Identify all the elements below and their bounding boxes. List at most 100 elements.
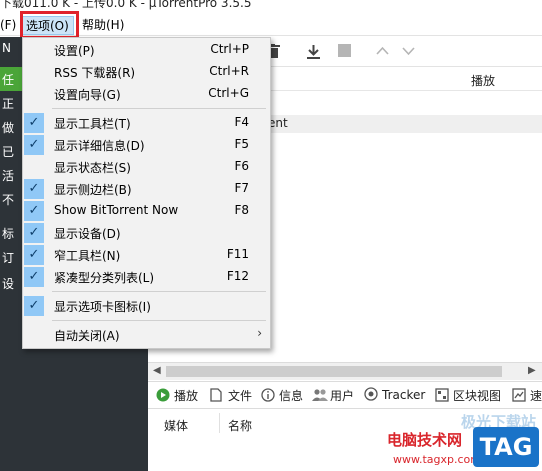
window-title: 下载011.0 K - 上传0.0 K - µTorrentPro 3.5.5 <box>0 0 252 10</box>
menu-item-label: 紧凑型分类列表(L) <box>54 271 155 285</box>
highlight-annotation-box <box>20 11 79 39</box>
tab-tracker-label: Tracker <box>382 388 426 402</box>
tab-speed-label: 速 <box>530 389 542 403</box>
menu-item-accel: F7 <box>234 181 249 195</box>
checkmark-icon: ✓ <box>24 267 44 287</box>
menu-separator <box>52 320 266 321</box>
tab-info[interactable]: 信息 <box>261 387 303 405</box>
checkmark-icon: ✓ <box>24 135 44 155</box>
menu-item-show-details[interactable]: ✓ 显示详细信息(D) F5 <box>23 134 270 156</box>
menu-item-label: 显示选项卡图标(I) <box>54 300 151 314</box>
scroll-right-icon[interactable]: ▶ <box>528 365 536 376</box>
sidebar-item-0[interactable]: N <box>2 41 11 55</box>
scrollbar-thumb[interactable] <box>166 366 502 377</box>
checkmark-icon: ✓ <box>24 296 44 316</box>
column-play[interactable]: 播放 <box>471 72 495 89</box>
tab-speed[interactable]: 速 <box>512 387 542 405</box>
tab-play[interactable]: 播放 <box>156 387 199 405</box>
sidebar-item-3[interactable]: 做 <box>2 119 14 136</box>
menu-item-accel: F8 <box>234 203 249 217</box>
submenu-arrow-icon: › <box>257 326 262 340</box>
menu-item-compact-category-list[interactable]: ✓ 紧凑型分类列表(L) F12 <box>23 266 270 288</box>
tab-blocks-label: 区块视图 <box>453 389 502 403</box>
tab-blocks[interactable]: 区块视图 <box>435 387 501 405</box>
info-icon <box>261 388 275 402</box>
column-divider <box>219 413 220 433</box>
menu-item-show-statusbar[interactable]: 显示状态栏(S) F6 <box>23 156 270 178</box>
watermark: 极光下载站 电脑技术网 www.tagxp.com TAG <box>385 413 542 471</box>
column-media[interactable]: 媒体 <box>164 417 188 434</box>
menu-item-label: RSS 下载器(R) <box>54 66 136 80</box>
sidebar-item-7[interactable]: 标 <box>2 225 14 242</box>
menu-item-narrow-toolbar[interactable]: ✓ 窄工具栏(N) F11 <box>23 244 270 266</box>
menu-item-auto-shutdown[interactable]: 自动关闭(A) › <box>23 324 270 346</box>
up-icon[interactable] <box>376 44 389 60</box>
download-icon[interactable] <box>306 44 321 63</box>
detail-tab-bar: 播放 文件 信息 用户 Tracker 区块视图 速 <box>148 381 542 409</box>
menu-item-label: Show BitTorrent Now <box>54 203 179 217</box>
menu-item-accel: Ctrl+R <box>209 64 249 78</box>
menu-item-accel: F12 <box>226 269 249 283</box>
options-dropdown-menu: 设置(P) Ctrl+P RSS 下载器(R) Ctrl+R 设置向导(G) C… <box>22 37 271 349</box>
menu-item-label: 窄工具栏(N) <box>54 249 121 263</box>
menu-separator <box>52 108 266 109</box>
tab-tracker[interactable]: Tracker <box>364 387 425 405</box>
menu-separator <box>52 291 266 292</box>
menu-item-wizard[interactable]: 设置向导(G) Ctrl+G <box>23 83 270 105</box>
tab-play-label: 播放 <box>174 389 199 403</box>
menu-item-show-sidebar[interactable]: ✓ 显示侧边栏(B) F7 <box>23 178 270 200</box>
speed-icon <box>512 388 526 402</box>
down-icon[interactable] <box>402 44 415 60</box>
menu-file[interactable]: (F) <box>0 16 18 35</box>
checkmark-icon: ✓ <box>24 245 44 265</box>
sidebar-item-5[interactable]: 活 <box>2 167 14 184</box>
watermark-site: 电脑技术网 <box>387 431 463 449</box>
menu-item-accel: F11 <box>226 247 249 261</box>
menu-item-show-devices[interactable]: ✓ 显示设备(D) <box>23 222 270 244</box>
watermark-url: www.tagxp.com <box>393 453 481 466</box>
stop-icon[interactable] <box>338 44 351 61</box>
checkmark-icon: ✓ <box>24 179 44 199</box>
menu-item-accel: F6 <box>234 159 249 173</box>
tracker-icon <box>364 387 378 401</box>
blocks-icon <box>435 388 449 402</box>
users-icon <box>312 388 328 402</box>
menu-item-accel: F4 <box>234 115 249 129</box>
menu-item-show-toolbar[interactable]: ✓ 显示工具栏(T) F4 <box>23 112 270 134</box>
menu-item-show-bittorrent-now[interactable]: ✓ Show BitTorrent Now F8 <box>23 200 270 222</box>
menu-help[interactable]: 帮助(H) <box>82 16 128 35</box>
file-icon <box>210 388 224 402</box>
horizontal-scrollbar[interactable]: ◀ ▶ <box>148 362 542 380</box>
tab-info-label: 信息 <box>279 389 304 403</box>
checkmark-icon: ✓ <box>24 113 44 133</box>
scroll-left-icon[interactable]: ◀ <box>153 365 161 376</box>
menu-item-label: 设置向导(G) <box>54 88 121 102</box>
column-name[interactable]: 名称 <box>228 417 252 434</box>
menu-bar: (F) 选项(O) 帮助(H) <box>0 14 542 36</box>
tab-files[interactable]: 文件 <box>210 387 252 405</box>
checkmark-icon: ✓ <box>24 223 44 243</box>
sidebar-item-6[interactable]: 不 <box>2 191 14 208</box>
menu-item-accel: F5 <box>234 137 249 151</box>
sidebar-item-8[interactable]: 订 <box>2 249 14 266</box>
menu-item-label: 设置(P) <box>54 44 95 58</box>
menu-item-label: 自动关闭(A) <box>54 329 120 343</box>
menu-item-rss[interactable]: RSS 下载器(R) Ctrl+R <box>23 61 270 83</box>
checkmark-icon: ✓ <box>24 201 44 221</box>
menu-item-accel: Ctrl+P <box>210 42 249 56</box>
menu-item-show-tab-icons[interactable]: ✓ 显示选项卡图标(I) <box>23 295 270 317</box>
sidebar-item-1[interactable]: 任 <box>2 71 14 88</box>
tab-files-label: 文件 <box>228 389 253 403</box>
title-bar: 下载011.0 K - 上传0.0 K - µTorrentPro 3.5.5 <box>0 0 542 12</box>
sidebar-item-2[interactable]: 正 <box>2 95 14 112</box>
sidebar-item-9[interactable]: 设 <box>2 275 14 292</box>
sidebar: N 任 正 做 已 活 不 标 订 设 <box>0 37 22 471</box>
tab-users-label: 用户 <box>330 389 355 403</box>
play-icon <box>156 388 170 402</box>
menu-item-label: 显示设备(D) <box>54 227 121 241</box>
menu-item-settings[interactable]: 设置(P) Ctrl+P <box>23 39 270 61</box>
menu-item-accel: Ctrl+G <box>208 86 249 100</box>
sidebar-item-4[interactable]: 已 <box>2 143 14 160</box>
tab-users[interactable]: 用户 <box>312 387 354 405</box>
sidebar-lower-area <box>22 345 148 471</box>
